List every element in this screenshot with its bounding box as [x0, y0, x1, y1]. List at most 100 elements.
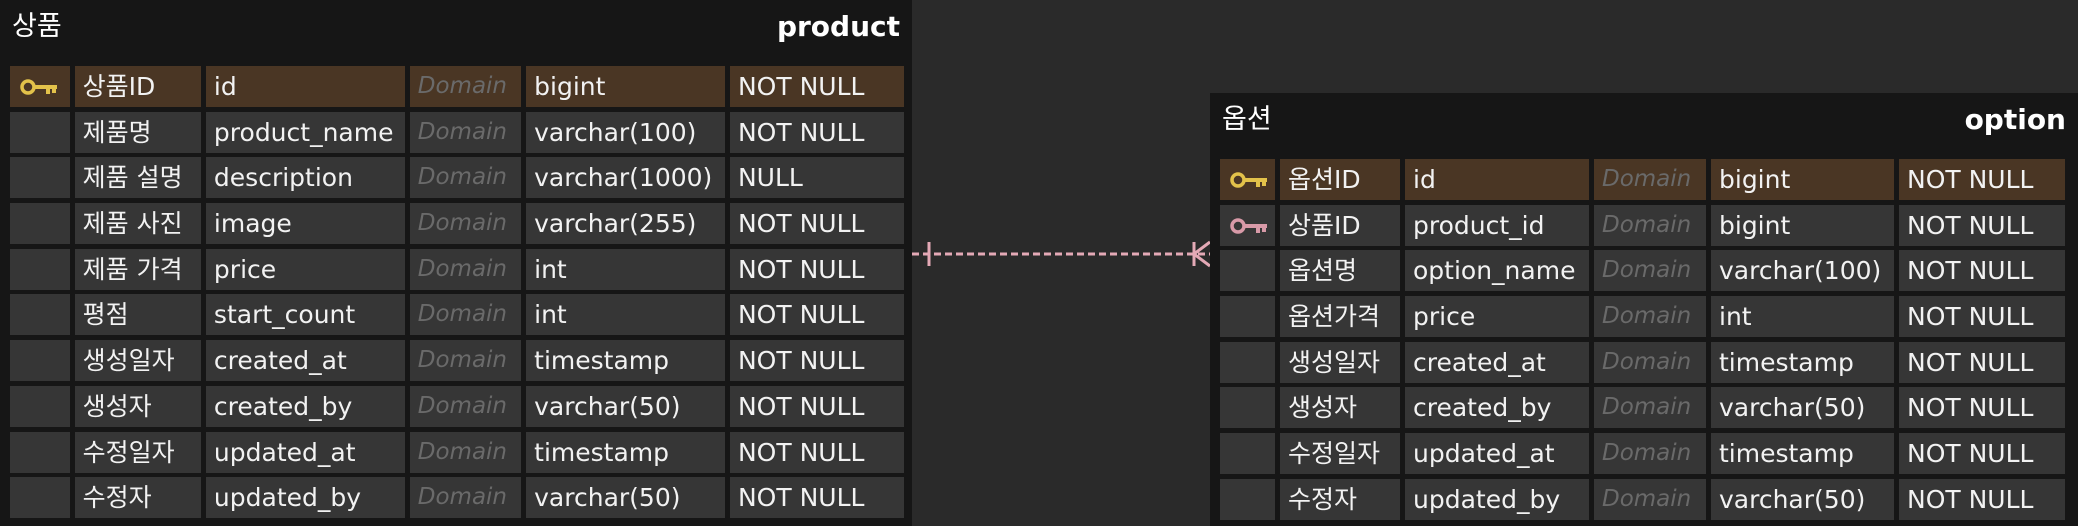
data-type-cell: int — [1711, 296, 1894, 338]
many-crow-foot-top — [1193, 240, 1210, 256]
logical-name-cell: 옵션명 — [1280, 250, 1400, 292]
data-type-cell: timestamp — [526, 340, 725, 382]
entity-option[interactable]: 옵션 option 옵션ID id Domain bigint NOT NULL 상품ID… — [1210, 93, 2078, 526]
nullable-cell: NOT NULL — [729, 66, 904, 107]
physical-name-cell: image — [205, 203, 405, 245]
logical-name-cell: 제품 설명 — [74, 157, 201, 199]
physical-name-cell: created_at — [1405, 341, 1589, 383]
domain-cell: Domain — [409, 157, 522, 199]
entity-physical-name: product — [776, 10, 900, 43]
entity-header: 옵션 option — [1210, 93, 2078, 149]
nullable-cell: NOT NULL — [1899, 478, 2065, 520]
column-row[interactable]: 생성자 created_by Domain varchar(50) NOT NULL — [1220, 387, 2070, 429]
many-crow-foot-bottom — [1193, 252, 1210, 268]
column-row[interactable]: 제품 가격 price Domain int NOT NULL — [10, 248, 904, 290]
primary-key-icon — [1230, 172, 1267, 188]
column-list: 상품ID id Domain bigint NOT NULL 제품명 product_nam… — [10, 66, 904, 523]
physical-name-cell: created_by — [205, 385, 405, 427]
physical-name-cell: product_name — [205, 111, 405, 153]
key-cell — [10, 294, 70, 336]
logical-name-cell: 수정자 — [74, 477, 201, 519]
entity-product[interactable]: 상품 product 상품ID id Domain bigint NOT NULL 제품명… — [0, 0, 912, 526]
data-type-cell: varchar(50) — [526, 477, 725, 519]
entity-physical-name: option — [1964, 103, 2066, 136]
domain-cell: Domain — [1594, 159, 1706, 200]
column-list: 옵션ID id Domain bigint NOT NULL 상품ID product_id… — [1220, 159, 2070, 525]
nullable-cell: NOT NULL — [729, 477, 904, 519]
data-type-cell: timestamp — [1711, 341, 1894, 383]
data-type-cell: varchar(50) — [1711, 478, 1894, 520]
column-row[interactable]: 제품 설명 description Domain varchar(1000) NULL — [10, 157, 904, 199]
nullable-cell: NOT NULL — [729, 111, 904, 153]
logical-name-cell: 제품명 — [74, 111, 201, 153]
physical-name-cell: created_by — [1405, 387, 1589, 429]
data-type-cell: varchar(50) — [526, 385, 725, 427]
logical-name-cell: 상품ID — [1280, 204, 1400, 246]
data-type-cell: varchar(100) — [526, 111, 725, 153]
nullable-cell: NULL — [729, 157, 904, 199]
physical-name-cell: updated_at — [1405, 433, 1589, 475]
data-type-cell: varchar(50) — [1711, 387, 1894, 429]
column-row[interactable]: 상품ID id Domain bigint NOT NULL — [10, 66, 904, 107]
column-row[interactable]: 생성일자 created_at Domain timestamp NOT NULL — [10, 340, 904, 382]
foreign-key-icon — [1230, 217, 1267, 234]
column-row[interactable]: 상품ID product_id Domain bigint NOT NULL — [1220, 204, 2070, 246]
domain-cell: Domain — [1594, 296, 1706, 338]
column-row[interactable]: 생성자 created_by Domain varchar(50) NOT NULL — [10, 385, 904, 427]
data-type-cell: timestamp — [526, 431, 725, 473]
physical-name-cell: id — [205, 66, 405, 107]
physical-name-cell: created_at — [205, 340, 405, 382]
logical-name-cell: 수정자 — [1280, 478, 1400, 520]
data-type-cell: bigint — [1711, 159, 1894, 200]
column-row[interactable]: 옵션가격 price Domain int NOT NULL — [1220, 296, 2070, 338]
nullable-cell: NOT NULL — [729, 431, 904, 473]
nullable-cell: NOT NULL — [1899, 250, 2065, 292]
column-row[interactable]: 옵션명 option_name Domain varchar(100) NOT NULL — [1220, 250, 2070, 292]
data-type-cell: varchar(255) — [526, 203, 725, 245]
key-cell — [1220, 159, 1275, 200]
column-row[interactable]: 생성일자 created_at Domain timestamp NOT NULL — [1220, 341, 2070, 383]
physical-name-cell: updated_by — [205, 477, 405, 519]
data-type-cell: timestamp — [1711, 433, 1894, 475]
nullable-cell: NOT NULL — [1899, 204, 2065, 246]
data-type-cell: int — [526, 294, 725, 336]
column-row[interactable]: 수정자 updated_by Domain varchar(50) NOT NULL — [1220, 478, 2070, 520]
column-row[interactable]: 수정일자 updated_at Domain timestamp NOT NULL — [1220, 433, 2070, 475]
key-cell — [1220, 341, 1275, 383]
column-row[interactable]: 제품 사진 image Domain varchar(255) NOT NULL — [10, 203, 904, 245]
physical-name-cell: price — [205, 248, 405, 290]
data-type-cell: bigint — [526, 66, 725, 107]
physical-name-cell: start_count — [205, 294, 405, 336]
column-row[interactable]: 수정일자 updated_at Domain timestamp NOT NULL — [10, 431, 904, 473]
relationship-line[interactable] — [912, 232, 1210, 276]
physical-name-cell: product_id — [1405, 204, 1589, 246]
column-row[interactable]: 평점 start_count Domain int NOT NULL — [10, 294, 904, 336]
domain-cell: Domain — [409, 385, 522, 427]
column-row[interactable]: 옵션ID id Domain bigint NOT NULL — [1220, 159, 2070, 200]
logical-name-cell: 평점 — [74, 294, 201, 336]
physical-name-cell: price — [1405, 296, 1589, 338]
domain-cell: Domain — [409, 477, 522, 519]
key-cell — [1220, 204, 1275, 246]
entity-logical-name: 상품 — [12, 11, 62, 42]
key-cell — [10, 385, 70, 427]
column-row[interactable]: 수정자 updated_by Domain varchar(50) NOT NULL — [10, 477, 904, 519]
nullable-cell: NOT NULL — [729, 294, 904, 336]
key-cell — [10, 111, 70, 153]
key-cell — [10, 477, 70, 519]
key-cell — [10, 248, 70, 290]
domain-cell: Domain — [409, 66, 522, 107]
data-type-cell: int — [526, 248, 725, 290]
logical-name-cell: 생성자 — [1280, 387, 1400, 429]
key-cell — [1220, 250, 1275, 292]
column-row[interactable]: 제품명 product_name Domain varchar(100) NOT NUL… — [10, 111, 904, 153]
physical-name-cell: option_name — [1405, 250, 1589, 292]
physical-name-cell: updated_by — [1405, 478, 1589, 520]
key-cell — [10, 431, 70, 473]
data-type-cell: varchar(100) — [1711, 250, 1894, 292]
domain-cell: Domain — [409, 203, 522, 245]
nullable-cell: NOT NULL — [1899, 387, 2065, 429]
nullable-cell: NOT NULL — [729, 340, 904, 382]
domain-cell: Domain — [409, 340, 522, 382]
logical-name-cell: 옵션가격 — [1280, 296, 1400, 338]
